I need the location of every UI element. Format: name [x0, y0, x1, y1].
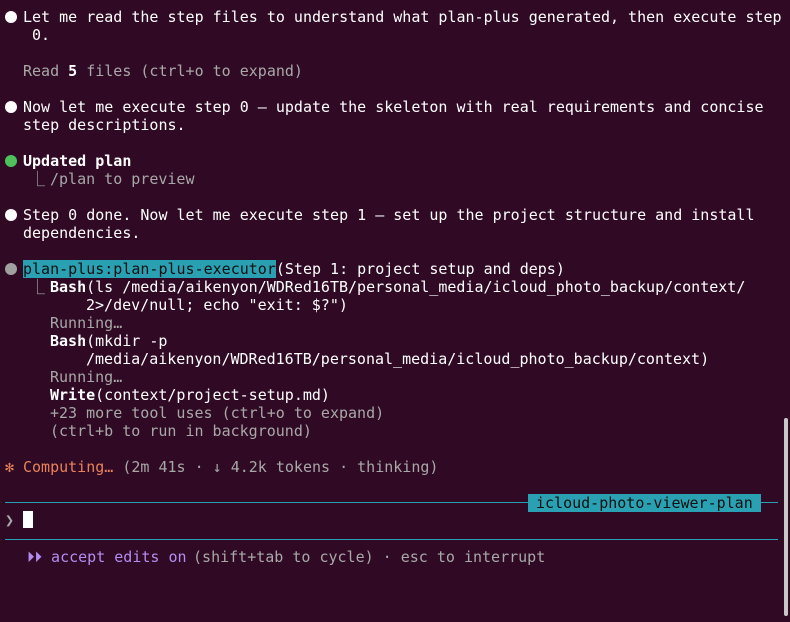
assistant-message-line: Step 0 done. Now let me execute step 1 —… [23, 206, 755, 224]
assistant-message-line: 0. [23, 26, 51, 44]
tree-connector-icon: ⎿ [30, 278, 46, 296]
background-hint: (ctrl+b to run in background) [50, 422, 312, 440]
tool-args: (ls /media/aikenyon/WDRed16TB/personal_m… [86, 278, 746, 296]
assistant-message-line: Now let me execute step 0 — update the s… [23, 98, 764, 116]
tool-args-continuation: /media/aikenyon/WDRed16TB/personal_media… [86, 350, 710, 368]
plan-preview-hint: /plan to preview [50, 170, 195, 188]
assistant-message-line: step descriptions. [23, 116, 186, 134]
tool-name: Bash [50, 332, 87, 350]
tool-args-continuation: 2>/dev/null; echo "exit: $?") [86, 296, 348, 314]
mode-label: accept edits on [42, 548, 187, 566]
message-bullet [5, 209, 17, 221]
tool-status: Running… [50, 314, 123, 332]
tool-args: (context/project-setup.md) [95, 386, 330, 404]
mode-hint: (shift+tab to cycle) · esc to interrupt [184, 548, 546, 566]
bash-tool-call: Bash(ls /media/aikenyon/WDRed16TB/person… [50, 278, 745, 296]
fast-forward-icon: ⏵⏵ [27, 548, 43, 566]
tool-name: Write [50, 386, 96, 404]
mode-indicator[interactable]: ⏵⏵ accept edits on [27, 548, 187, 566]
tool-name: Bash [50, 278, 87, 296]
agent-name[interactable]: plan-plus:plan-plus-executor [23, 260, 276, 278]
read-files-summary[interactable]: Read 5 files (ctrl+o to expand) [23, 62, 303, 80]
computing-label: Computing… [23, 458, 114, 476]
updated-plan-title: Updated plan [23, 152, 132, 170]
agent-bullet [5, 263, 17, 275]
scrollbar-thumb[interactable] [784, 418, 788, 616]
write-tool-call: Write(context/project-setup.md) [50, 386, 330, 404]
tool-status: Running… [50, 368, 123, 386]
status-line: Computing… (2m 41s · ↓ 4.2k tokens · thi… [23, 458, 438, 476]
agent-header: plan-plus:plan-plus-executor(Step 1: pro… [23, 260, 565, 278]
status-stats: (2m 41s · ↓ 4.2k tokens · thinking) [113, 458, 439, 476]
read-prefix: Read [23, 62, 69, 80]
prompt-chevron-icon: ❯ [5, 511, 15, 529]
tree-connector-icon: ⎿ [30, 170, 46, 188]
bash-tool-call: Bash(mkdir -p [50, 332, 167, 350]
input-cursor[interactable] [23, 511, 33, 528]
message-bullet [5, 11, 17, 23]
assistant-message-line: dependencies. [23, 224, 141, 242]
agent-description: (Step 1: project setup and deps) [275, 260, 565, 278]
read-count: 5 [68, 62, 78, 80]
spinner-icon: ✻ [5, 458, 15, 476]
success-bullet [5, 155, 17, 167]
read-suffix: files (ctrl+o to expand) [77, 62, 303, 80]
message-bullet [5, 101, 17, 113]
prompt-bottom-divider [5, 539, 778, 540]
more-tool-uses[interactable]: +23 more tool uses (ctrl+o to expand) [50, 404, 384, 422]
session-tag: icloud-photo-viewer-plan [528, 494, 761, 512]
assistant-message-line: Let me read the step files to understand… [23, 8, 782, 26]
tool-args: (mkdir -p [86, 332, 168, 350]
